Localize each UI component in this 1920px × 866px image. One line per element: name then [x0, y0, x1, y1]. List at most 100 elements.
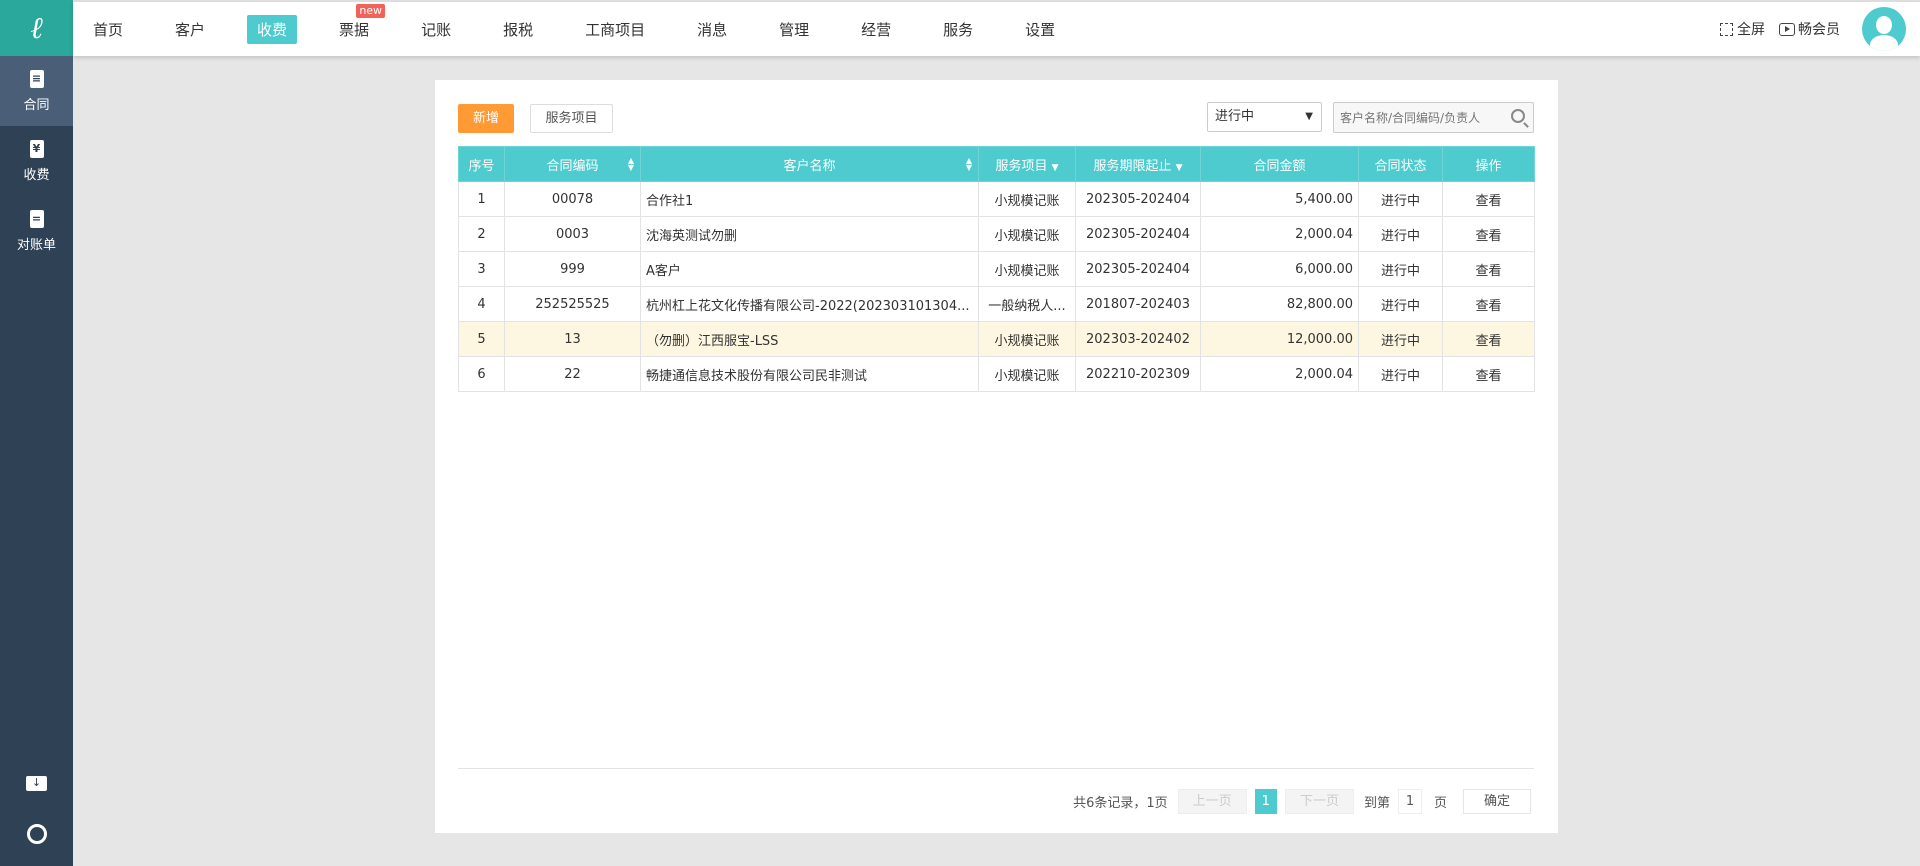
table-row[interactable]: 2 0003 沈海英测试勿删 小规模记账 202305-202404 2,000.04 进行… — [458, 216, 1535, 252]
yen-icon: ¥ — [29, 139, 44, 158]
nav-item-6[interactable]: 工商项目 — [575, 15, 655, 44]
sidebar-item-0[interactable]: ≡ 合同 — [0, 56, 73, 126]
header-label: 服务项目 — [995, 158, 1048, 174]
user-avatar[interactable] — [1862, 7, 1906, 51]
table-cell: 202305-202404 — [1075, 216, 1201, 252]
search-box[interactable] — [1333, 102, 1534, 133]
view-link[interactable]: 查看 — [1442, 216, 1535, 252]
sidebar-label: 对账单 — [16, 237, 56, 253]
nav-item-2[interactable]: 收费 — [247, 14, 298, 44]
sidebar-item-1[interactable]: ¥ 收费 — [0, 126, 73, 196]
header-label: 合同金额 — [1253, 158, 1306, 174]
table-cell: 杭州杠上花文化传播有限公司-2022(202303101304... — [640, 286, 979, 322]
nav-item-7[interactable]: 消息 — [687, 15, 737, 44]
pager-summary: 共6条记录，1页 — [1073, 796, 1168, 811]
page-number-input[interactable]: 1 — [1397, 789, 1422, 814]
table-cell: 进行中 — [1358, 321, 1443, 357]
sidebar-item-2[interactable]: = 对账单 — [0, 196, 73, 266]
next-page-button[interactable]: 下一页 — [1284, 789, 1354, 814]
view-link[interactable]: 查看 — [1442, 286, 1535, 322]
main-nav: 首页 客户 收费 票据 new 记账 报税 工商项目 消息 管理 经营 服务 设置 — [73, 2, 1097, 56]
page-1-button[interactable]: 1 — [1254, 789, 1277, 814]
pagination: 共6条记录，1页 上一页 1 下一页 到第 1 页 确定 — [1073, 789, 1535, 814]
view-link[interactable]: 查看 — [1442, 356, 1535, 392]
column-header[interactable]: 客户名称 ▲ ▼ — [640, 146, 979, 182]
view-link[interactable]: 查看 — [1442, 321, 1535, 357]
column-header[interactable]: 合同编码 ▲ ▼ — [504, 146, 641, 182]
service-items-button[interactable]: 服务项目 — [530, 104, 613, 133]
table-cell: 4 — [458, 286, 505, 322]
search-icon[interactable] — [1511, 109, 1525, 123]
nav-label: 记账 — [421, 20, 452, 39]
view-link[interactable]: 查看 — [1442, 251, 1535, 287]
table-cell: 进行中 — [1358, 251, 1443, 287]
table-row[interactable]: 1 00078 合作社1 小规模记账 202305-202404 5,400.00 进行中查… — [458, 181, 1535, 217]
contract-panel: 新增 服务项目 进行中▼ 序号合同编码▲▼客户名称▲▼服务项目 ▼服务期限起止 … — [435, 80, 1558, 833]
view-link[interactable]: 查看 — [1442, 181, 1535, 217]
column-header[interactable]: 服务项目 ▼ — [978, 146, 1076, 182]
fullscreen-button[interactable]: 全屏 — [1720, 19, 1765, 39]
filter-dropdown-icon[interactable]: ▼ — [1052, 163, 1059, 173]
table-row[interactable]: 3 999 A客户 小规模记账 202305-202404 6,000.00 进行中 查看 — [458, 251, 1535, 287]
member-label: 畅会员 — [1798, 22, 1840, 38]
column-header[interactable]: 服务期限起止 ▼ — [1075, 146, 1201, 182]
contract-table: 序号 合同编码 ▲ ▼ 客户名称 ▲ ▼ 服务项目 ▼ 服务期限起止 ▼ 合同金额 合同状态 操作 1… — [458, 146, 1535, 392]
search-input[interactable] — [1334, 103, 1504, 132]
table-cell: 3 — [458, 251, 505, 287]
prev-page-button[interactable]: 上一页 — [1177, 789, 1247, 814]
nav-item-8[interactable]: 管理 — [769, 15, 819, 44]
page-unit-label: 页 — [1433, 796, 1447, 811]
status-select[interactable]: 进行中 ▼ — [1207, 102, 1322, 132]
support-button[interactable] — [0, 824, 73, 844]
nav-item-5[interactable]: 报税 — [493, 15, 543, 44]
nav-label: 服务 — [943, 20, 974, 39]
filter-dropdown-icon[interactable]: ▼ — [1176, 163, 1183, 173]
table-cell: 202210-202309 — [1075, 356, 1201, 392]
header-label: 客户名称 — [783, 158, 836, 174]
table-cell: 252525525 — [504, 286, 641, 322]
sort-icon[interactable]: ▲ ▼ — [966, 157, 972, 172]
table-row[interactable]: 4 252525525 杭州杠上花文化传播有限公司-2022(20230310130… — [458, 286, 1535, 322]
table-cell: 00078 — [504, 181, 641, 217]
nav-item-10[interactable]: 服务 — [933, 15, 983, 44]
nav-item-9[interactable]: 经营 — [851, 15, 901, 44]
column-header: 合同金额 — [1200, 146, 1359, 182]
nav-label: 报税 — [503, 20, 534, 39]
app-logo[interactable]: ℓ — [0, 0, 73, 56]
nav-item-11[interactable]: 设置 — [1015, 15, 1065, 44]
nav-label: 票据 — [339, 20, 370, 39]
table-row[interactable]: 6 22 畅捷通信息技术股份有限公司民非测试 小规模记账 202210-202309 2,… — [458, 356, 1535, 392]
divider — [458, 768, 1534, 769]
nav-item-0[interactable]: 首页 — [83, 15, 133, 44]
nav-label: 客户 — [175, 20, 206, 39]
table-cell: 999 — [504, 251, 641, 287]
table-cell: 0003 — [504, 216, 641, 252]
table-cell: 202305-202404 — [1075, 181, 1201, 217]
table-cell: 22 — [504, 356, 641, 392]
header-label: 服务期限起止 — [1093, 158, 1172, 174]
table-cell: 畅捷通信息技术股份有限公司民非测试 — [640, 356, 979, 392]
table-cell: 12,000.00 — [1200, 321, 1359, 357]
table-cell: 进行中 — [1358, 356, 1443, 392]
fullscreen-icon — [1720, 22, 1733, 36]
table-cell: 进行中 — [1358, 286, 1443, 322]
table-cell: 2,000.04 — [1200, 356, 1359, 392]
nav-item-4[interactable]: 记账 — [411, 15, 461, 44]
column-header: 序号 — [458, 146, 505, 182]
contract-icon: ≡ — [29, 69, 44, 88]
member-button[interactable]: 畅会员 — [1779, 19, 1840, 39]
confirm-page-button[interactable]: 确定 — [1462, 789, 1531, 814]
download-button[interactable]: ↓ — [0, 776, 73, 791]
table-row[interactable]: 5 13 （勿删）江西服宝-LSS 小规模记账 202303-202402 12,000.… — [458, 321, 1535, 357]
table-cell: 沈海英测试勿删 — [640, 216, 979, 252]
sort-icon[interactable]: ▲ ▼ — [628, 157, 634, 172]
nav-label: 工商项目 — [585, 20, 646, 39]
nav-item-3[interactable]: 票据 new — [329, 3, 386, 44]
add-button[interactable]: 新增 — [458, 104, 514, 133]
table-cell: 202305-202404 — [1075, 251, 1201, 287]
table-cell: 小规模记账 — [978, 216, 1076, 252]
nav-item-1[interactable]: 客户 — [165, 15, 215, 44]
table-cell: 进行中 — [1358, 181, 1443, 217]
sidebar-label: 合同 — [23, 97, 50, 113]
table-cell: 小规模记账 — [978, 181, 1076, 217]
